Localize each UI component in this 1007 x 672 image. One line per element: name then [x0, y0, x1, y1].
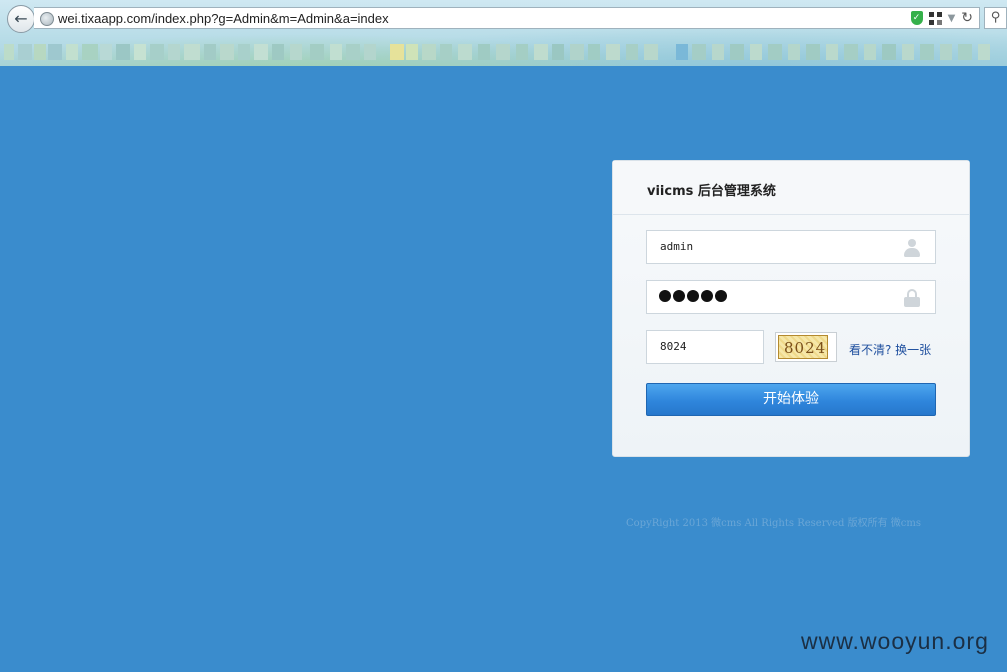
browser-toolbar: ← wei.tixaapp.com/index.php?g=Admin&m=Ad…: [0, 0, 1007, 66]
submit-button[interactable]: 开始体验: [646, 383, 936, 416]
captcha-image[interactable]: 8024: [775, 332, 837, 362]
password-dot: [673, 290, 685, 302]
captcha-image-inner: 8024: [778, 335, 828, 359]
password-dot: [659, 290, 671, 302]
password-dot: [701, 290, 713, 302]
search-button[interactable]: ⚲: [984, 7, 1007, 29]
back-button[interactable]: ←: [7, 5, 35, 33]
arrow-left-icon: ←: [14, 9, 28, 28]
address-bar[interactable]: wei.tixaapp.com/index.php?g=Admin&m=Admi…: [34, 7, 980, 29]
password-mask: [659, 290, 727, 302]
copyright-text: CopyRight 2013 微cms All Rights Reserved …: [626, 518, 922, 529]
refresh-captcha-link[interactable]: 看不清? 换一张: [849, 341, 931, 358]
globe-icon: [40, 12, 54, 26]
login-panel-header: viicms 后台管理系统: [613, 161, 969, 215]
login-panel: viicms 后台管理系统 admin 8024 8024 看不清? 换一张 开…: [612, 160, 970, 457]
address-bar-icons: ✓ ▼ ↻: [910, 11, 973, 25]
password-input[interactable]: [646, 280, 936, 314]
login-title: viicms 后台管理系统: [647, 184, 776, 199]
lock-icon: [904, 289, 920, 307]
shield-icon[interactable]: ✓: [910, 11, 923, 25]
password-dot: [715, 290, 727, 302]
captcha-input[interactable]: 8024: [646, 330, 764, 364]
username-value: admin: [660, 240, 694, 253]
captcha-value: 8024: [660, 340, 687, 353]
qr-code-icon[interactable]: [928, 11, 942, 25]
password-dot: [687, 290, 699, 302]
reload-icon[interactable]: ↻: [961, 11, 973, 25]
search-icon: ⚲: [990, 10, 1001, 25]
bookmarks-bar-redacted: [0, 44, 1007, 62]
user-icon: [903, 239, 921, 257]
captcha-image-text: 8024: [784, 339, 827, 357]
username-input[interactable]: admin: [646, 230, 936, 264]
url-text[interactable]: wei.tixaapp.com/index.php?g=Admin&m=Admi…: [58, 11, 389, 26]
watermark-text: www.wooyun.org: [801, 628, 989, 654]
chevron-down-icon[interactable]: ▼: [948, 13, 956, 24]
